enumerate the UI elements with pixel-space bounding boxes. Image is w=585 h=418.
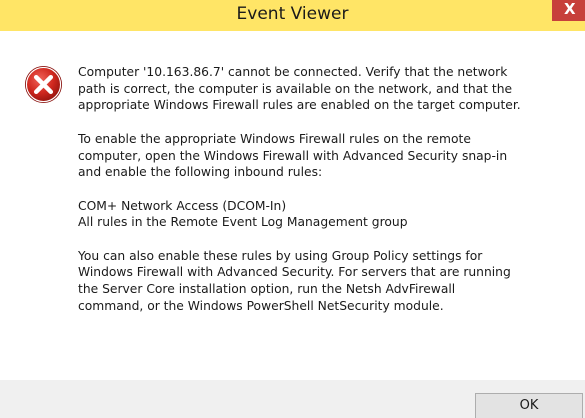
message-paragraph: To enable the appropriate Windows Firewa… — [78, 131, 508, 180]
message-paragraph: COM+ Network Access (DCOM-In) All rules … — [78, 198, 408, 230]
error-icon — [24, 65, 63, 104]
ok-button-label: OK — [519, 398, 539, 413]
event-viewer-dialog: Event Viewer X Computer '10.163.86.7' ca… — [0, 0, 585, 418]
message-paragraph: You can also enable these rules by using… — [78, 248, 511, 313]
window-title: Event Viewer — [236, 4, 349, 24]
title-bar[interactable]: Event Viewer — [0, 0, 585, 31]
error-message: Computer '10.163.86.7' cannot be connect… — [78, 64, 573, 331]
close-icon: X — [564, 0, 576, 18]
close-button[interactable]: X — [552, 0, 585, 21]
message-paragraph: Computer '10.163.86.7' cannot be connect… — [78, 65, 521, 113]
ok-button[interactable]: OK — [475, 393, 583, 418]
